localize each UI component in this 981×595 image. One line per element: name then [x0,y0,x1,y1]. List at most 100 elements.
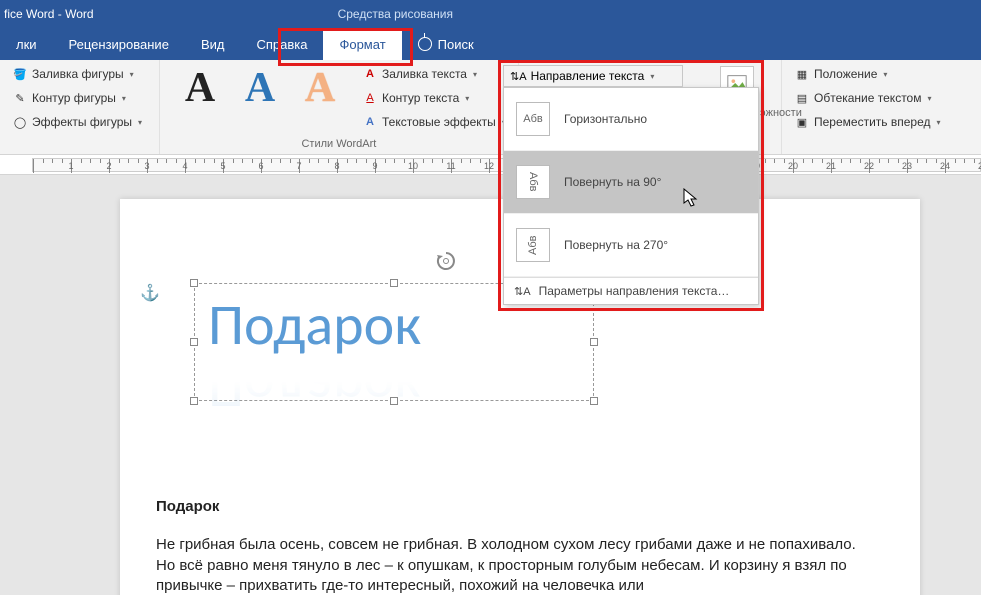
ribbon-tabs: лки Рецензирование Вид Справка Формат По… [0,28,981,60]
text-outline-icon: A [362,90,378,106]
ruler-number: 9 [372,161,377,171]
shape-effects-label: Эффекты фигуры [32,115,132,129]
ruler-number: 1 [68,161,73,171]
text-direction-rotate-90[interactable]: Абв Повернуть на 90° [504,151,758,214]
ruler-number: 7 [296,161,301,171]
text-fill-label: Заливка текста [382,67,467,81]
text-direction-options[interactable]: ⇅A Параметры направления текста… [504,277,758,304]
chevron-down-icon: ▾ [130,70,134,79]
rotate-handle[interactable] [434,249,458,273]
shape-effects-button[interactable]: ◯ Эффекты фигуры ▾ [8,112,146,132]
wordart-style-2[interactable]: A [234,64,286,112]
tab-review[interactable]: Рецензирование [53,28,185,60]
partial-group-label: эжности [760,107,802,119]
chevron-down-icon: ▾ [650,72,654,81]
ruler-number: 23 [902,161,912,171]
ruler-number: 24 [940,161,950,171]
contextual-tab-label: Средства рисования [324,1,467,27]
chevron-down-icon: ▾ [122,94,126,103]
text-fill-icon: A [362,66,378,82]
position-icon: ▦ [794,66,810,82]
text-effects-icon: A [362,114,378,130]
options-label: Параметры направления текста… [539,284,730,298]
arrange-group: ▦ Положение ▾ ▤ Обтекание текстом ▾ ▣ Пе… [781,60,981,154]
bring-forward-button[interactable]: ▣ Переместить вперед ▾ [790,112,973,132]
chevron-down-icon: ▾ [465,94,469,103]
option-label: Повернуть на 90° [564,175,661,189]
anchor-icon: ⚓ [140,283,160,303]
thumb-rotate-270: Абв [516,228,550,262]
paragraph: Не грибная была осень, совсем не грибная… [156,535,876,595]
ruler-number: 21 [826,161,836,171]
option-label: Повернуть на 270° [564,238,668,252]
ruler-number: 2 [106,161,111,171]
ruler-number: 6 [258,161,263,171]
text-direction-label: Направление текста [531,69,645,83]
wrap-icon: ▤ [794,90,810,106]
group-label [8,136,151,152]
wordart-gallery[interactable]: A A A [168,64,352,112]
document-area: ⚓ Подарок Подарок Подарок Не грибная был… [0,175,981,595]
chevron-down-icon: ▾ [883,70,887,79]
thumb-rotate-90: Абв [516,165,550,199]
tab-links[interactable]: лки [0,28,53,60]
position-label: Положение [814,67,877,81]
tab-format[interactable]: Формат [323,28,401,60]
shape-fill-button[interactable]: 🪣 Заливка фигуры ▾ [8,64,146,84]
pen-icon: ✎ [12,90,28,106]
wordart-group-label: Стили WordArt [168,136,510,152]
tab-view[interactable]: Вид [185,28,241,60]
ruler-number: 5 [220,161,225,171]
wrap-text-label: Обтекание текстом [814,91,921,105]
tab-help[interactable]: Справка [240,28,323,60]
resize-handle-br[interactable] [590,397,598,405]
title-bar: fice Word - Word Средства рисования [0,0,981,28]
effects-icon: ◯ [12,114,28,130]
ribbon: 🪣 Заливка фигуры ▾ ✎ Контур фигуры ▾ ◯ Э… [0,60,981,155]
text-outline-label: Контур текста [382,91,459,105]
text-direction-icon: ⇅A [510,70,527,83]
text-effects-button[interactable]: A Текстовые эффекты ▾ [358,112,510,132]
text-direction-horizontal[interactable]: Абв Горизонтально [504,88,758,151]
text-direction-button[interactable]: ⇅A Направление текста ▾ [503,65,683,87]
ruler-tick [33,159,34,173]
text-outline-button[interactable]: A Контур текста ▾ [358,88,510,108]
ruler-number: 22 [864,161,874,171]
ruler-number: 4 [182,161,187,171]
horizontal-ruler[interactable]: 1234567891011121314151617181920212223242… [0,155,981,175]
shape-fill-label: Заливка фигуры [32,67,124,81]
text-effects-label: Текстовые эффекты [382,115,496,129]
tell-me-search[interactable]: Поиск [402,28,490,60]
bring-forward-label: Переместить вперед [814,115,930,129]
wordart-style-1[interactable]: A [174,64,226,112]
ruler-number: 10 [408,161,418,171]
text-direction-menu: Абв Горизонтально Абв Повернуть на 90° А… [503,87,759,305]
rotate-icon [434,249,458,273]
ruler-number: 12 [484,161,494,171]
chevron-down-icon: ▾ [927,94,931,103]
chevron-down-icon: ▾ [138,118,142,127]
chevron-down-icon: ▾ [936,118,940,127]
resize-handle-bl[interactable] [190,397,198,405]
shape-outline-label: Контур фигуры [32,91,116,105]
chevron-down-icon: ▾ [473,70,477,79]
ruler-number: 8 [334,161,339,171]
option-label: Горизонтально [564,112,647,126]
document-body[interactable]: Подарок Не грибная была осень, совсем не… [156,497,876,595]
search-icon [418,37,432,51]
wordart-style-3[interactable]: A [294,64,346,112]
shape-outline-button[interactable]: ✎ Контур фигуры ▾ [8,88,146,108]
wordart-reflection: Подарок [208,353,421,424]
ruler-number: 11 [446,161,455,171]
heading: Подарок [156,497,876,517]
position-button[interactable]: ▦ Положение ▾ [790,64,973,84]
options-icon: ⇅A [514,285,531,298]
thumb-horizontal: Абв [516,102,550,136]
text-fill-button[interactable]: A Заливка текста ▾ [358,64,510,84]
app-title: fice Word - Word [0,7,94,21]
search-label: Поиск [438,37,474,52]
wrap-text-button[interactable]: ▤ Обтекание текстом ▾ [790,88,973,108]
mouse-cursor-icon [683,188,699,208]
ruler-number: 3 [144,161,149,171]
text-direction-rotate-270[interactable]: Абв Повернуть на 270° [504,214,758,277]
